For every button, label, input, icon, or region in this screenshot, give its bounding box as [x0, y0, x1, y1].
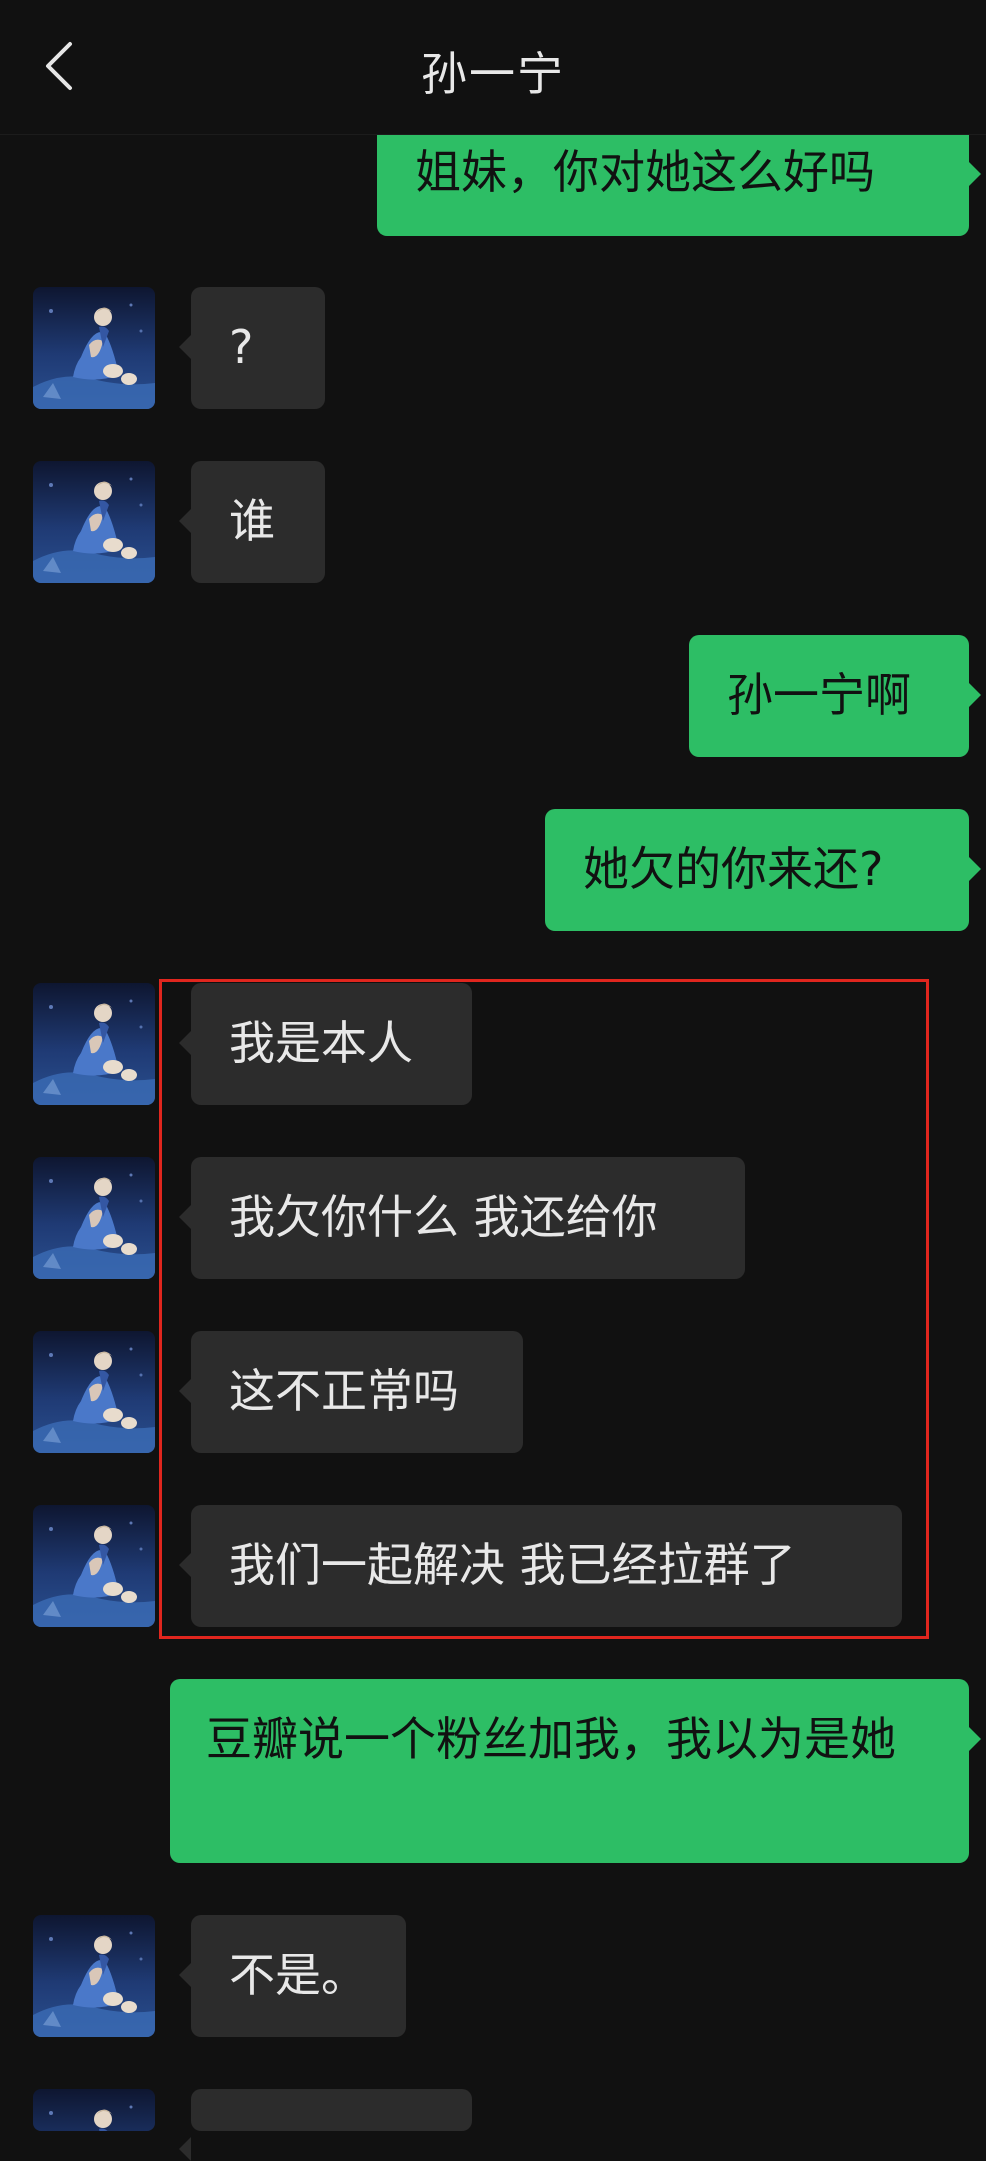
contact-avatar[interactable]: [33, 2089, 155, 2131]
chat-title: 孙一宁: [421, 47, 565, 101]
message-bubble-received[interactable]: 我是本人: [179, 983, 472, 1105]
chat-area[interactable]: 姐妹，你对她这么好吗 ? 谁 孙一宁啊 她欠的你来还? 我是本人 我欠你什么 我…: [0, 0, 986, 2161]
contact-avatar[interactable]: [33, 1915, 155, 2037]
message-bubble-received[interactable]: 不是。: [179, 1915, 406, 2037]
message-bubble-received-partial[interactable]: [179, 2089, 472, 2161]
contact-avatar[interactable]: [33, 1157, 155, 1279]
contact-avatar[interactable]: [33, 1331, 155, 1453]
message-bubble-sent[interactable]: 她欠的你来还?: [545, 809, 981, 931]
message-bubble-sent[interactable]: 豆瓣说一个粉丝加我，我以为是她: [170, 1679, 981, 1863]
contact-avatar[interactable]: [33, 1505, 155, 1627]
message-bubble-sent[interactable]: 孙一宁啊: [689, 635, 981, 757]
message-bubble-received[interactable]: 我欠你什么 我还给你: [179, 1157, 745, 1279]
message-bubble-received[interactable]: 谁: [179, 461, 325, 583]
contact-avatar[interactable]: [33, 983, 155, 1105]
message-bubble-received[interactable]: 我们一起解决 我已经拉群了: [179, 1505, 902, 1627]
contact-avatar[interactable]: [33, 287, 155, 409]
message-bubble-received[interactable]: 这不正常吗: [179, 1331, 523, 1453]
message-bubble-received[interactable]: ?: [179, 287, 325, 409]
contact-avatar[interactable]: [33, 461, 155, 583]
chat-header: 孙一宁: [0, 0, 986, 135]
